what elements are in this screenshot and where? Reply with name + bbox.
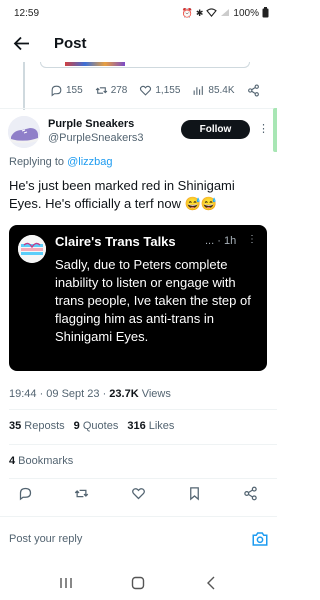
author-name[interactable]: Purple Sneakers [48,118,134,130]
embedded-more-icon: ⋮ [247,234,257,245]
reply-icon [51,85,62,97]
like-metric[interactable]: 1,155 [139,84,180,97]
reply-button[interactable] [18,486,33,506]
embedded-author-name: Claire's Trans Talks [55,234,176,249]
recent-apps-icon[interactable] [54,573,78,593]
share-icon [244,486,257,501]
embedded-time-label: · 1h [217,235,237,247]
reply-count: 155 [66,85,83,96]
timestamp: 19:44 · 09 Sept 23 · [9,388,110,400]
divider [0,108,277,109]
repost-count: 278 [110,85,128,96]
top-bar: Post [0,26,277,62]
engagement-stats: 35 Reposts 9 Quotes 316 Likes [9,420,174,432]
repost-icon [95,87,107,94]
page-title: Post [54,35,87,52]
share-icon [247,84,259,97]
share-metric[interactable] [247,84,260,97]
more-options-icon[interactable]: ⋮ [258,122,269,135]
like-count: 1,155 [155,85,181,96]
bookmark-icon [189,487,199,501]
replying-to: Replying to @lizzbag [9,156,113,168]
repost-metric[interactable]: 278 [95,84,128,97]
previous-tweet-metrics: 155 278 1,155 85.4K [50,84,272,97]
divider [9,478,277,479]
like-button[interactable] [131,486,146,506]
embedded-time: ... · 1h [205,235,236,247]
reply-icon [19,487,32,501]
heart-icon [140,85,152,96]
repost-icon [75,489,89,498]
author-handle[interactable]: @PurpleSneakers3 [48,132,144,144]
timestamp-row: 19:44 · 09 Sept 23 · 23.7K Views [9,388,171,400]
reposts-stat[interactable]: 35 Reposts [9,420,65,432]
embedded-avatar [18,235,46,263]
reply-bar: Post your reply [9,530,269,550]
views-metric[interactable]: 85.4K [192,84,235,97]
embedded-ellipsis: ... [205,235,215,247]
divider [0,516,277,517]
thread-line [23,62,25,110]
reply-input[interactable]: Post your reply [9,533,82,545]
tweet-text: He's just been marked red in Shinigami E… [9,178,235,211]
system-nav-bar [0,566,277,600]
heart-icon [131,488,145,500]
reply-metric[interactable]: 155 [50,84,83,97]
embedded-image[interactable]: Claire's Trans Talks ... · 1h ⋮ Sadly, d… [9,225,267,371]
divider [9,444,277,445]
embedded-text: Sadly, due to Peters complete inability … [55,257,251,344]
bookmarks-label: Bookmarks [15,455,74,467]
battery-icon [262,6,269,20]
views-number: 23.7K [109,388,139,400]
reposts-label: Reposts [21,420,65,432]
quotes-stat[interactable]: 9 Quotes [74,420,119,432]
replying-prefix: Replying to [9,156,68,168]
likes-label: Likes [145,420,175,432]
repost-button[interactable] [74,486,89,506]
quotes-label: Quotes [79,420,119,432]
bookmarks-stat[interactable]: 4 Bookmarks [9,455,73,467]
battery-percent: 100% [233,7,259,19]
wifi-icon [206,7,218,19]
views-count: 85.4K [208,85,235,96]
share-button[interactable] [243,486,258,506]
status-time: 12:59 [14,7,40,19]
status-icons: ⏰ ✱ 100% [181,6,269,20]
avatar[interactable] [8,116,40,148]
divider [9,409,277,410]
views-label: Views [138,388,171,400]
views-icon [194,86,204,95]
bookmark-button[interactable] [187,486,202,506]
likes-count: 316 [127,420,146,432]
previous-tweet-media[interactable] [40,62,250,68]
reposts-count: 35 [9,420,22,432]
bluetooth-icon: ✱ [195,7,204,18]
signal-icon [220,8,230,19]
back-arrow-icon[interactable] [10,32,32,54]
edge-panel-handle[interactable] [273,108,277,152]
camera-icon[interactable] [251,530,269,548]
home-icon[interactable] [126,573,150,593]
back-nav-icon[interactable] [199,573,223,593]
replying-to-link[interactable]: @lizzbag [67,156,112,168]
likes-stat[interactable]: 316 Likes [127,420,174,432]
follow-button[interactable]: Follow [181,120,250,139]
status-bar: 12:59 ⏰ ✱ 100% [0,0,277,26]
alarm-icon: ⏰ [181,7,193,18]
action-bar [18,486,258,506]
